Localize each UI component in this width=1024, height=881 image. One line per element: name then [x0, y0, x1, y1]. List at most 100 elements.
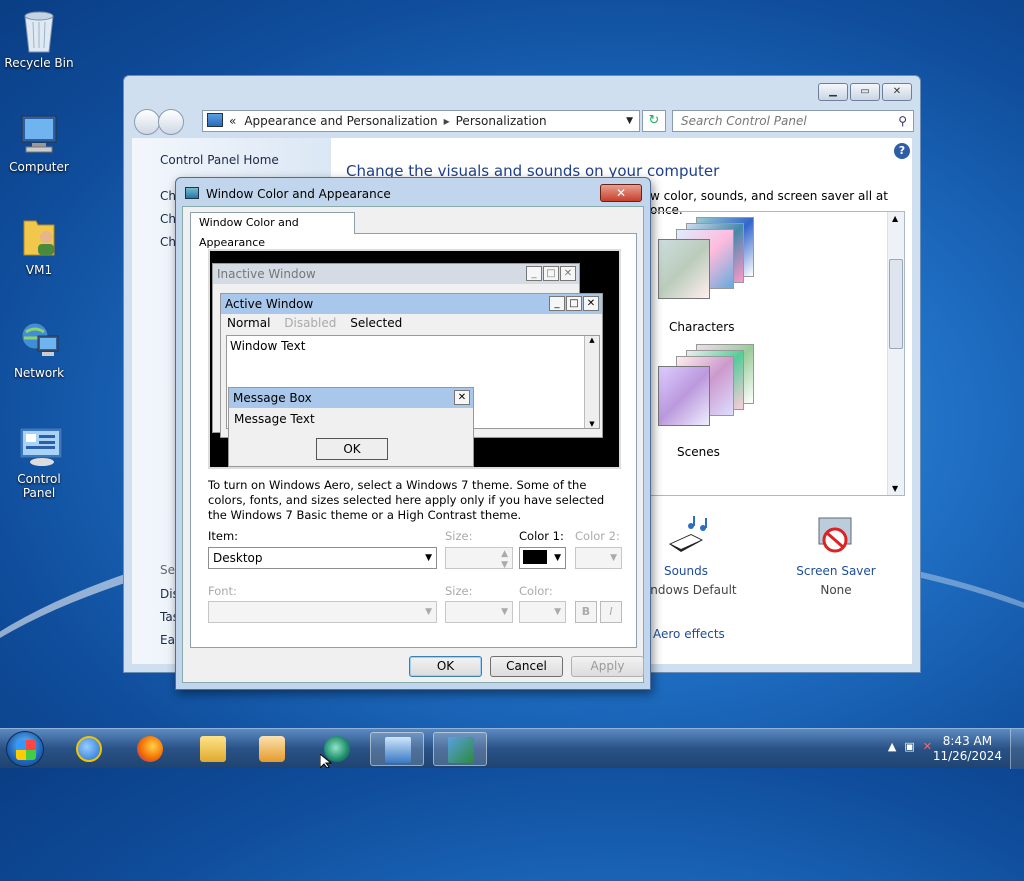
clock-time: 8:43 AM — [942, 734, 993, 748]
color1-label: Color 1: — [519, 529, 564, 543]
active-window-title: Active Window — [225, 297, 314, 311]
close-icon: ✕ — [560, 266, 576, 281]
taskbar-internet-explorer[interactable] — [62, 732, 116, 766]
address-bar[interactable]: « Appearance and Personalization ▸ Personal… — [202, 110, 640, 132]
color2-picker[interactable]: ▼ — [575, 547, 622, 569]
show-hidden-icons-icon[interactable]: ▲ — [888, 740, 896, 753]
ok-button[interactable]: OK — [409, 656, 482, 677]
dialog-close-button[interactable]: ✕ — [600, 184, 642, 202]
screen-saver-value: None — [820, 583, 852, 597]
item-dropdown[interactable]: Desktop ▼ — [208, 547, 437, 569]
back-button[interactable] — [134, 109, 160, 135]
scrollbar-thumb[interactable] — [889, 259, 903, 349]
breadcrumb-appearance[interactable]: Appearance and Personalization — [244, 114, 437, 128]
control-panel-home-link[interactable]: Control Panel Home — [160, 153, 279, 167]
font-size-dropdown[interactable]: ▼ — [445, 601, 513, 623]
control-panel-icon — [385, 737, 411, 763]
font-dropdown[interactable]: ▼ — [208, 601, 437, 623]
search-icon[interactable]: ⚲ — [898, 111, 907, 131]
forward-button[interactable] — [158, 109, 184, 135]
apply-button[interactable]: Apply — [571, 656, 644, 677]
help-icon[interactable]: ? — [894, 143, 910, 159]
network-tray-icon[interactable]: ▣ — [904, 740, 914, 753]
volume-muted-icon[interactable]: ✕ — [923, 740, 932, 753]
font-color-picker[interactable]: ▼ — [519, 601, 566, 623]
font-label: Font: — [208, 584, 237, 598]
desktop-icon-computer[interactable]: Computer — [0, 112, 78, 174]
chevron-down-icon: ▼ — [425, 553, 432, 563]
desktop-icon-recycle-bin[interactable]: Recycle Bin — [0, 8, 78, 70]
taskbar-firefox[interactable] — [123, 732, 177, 766]
aero-effects-link[interactable]: Aero effects — [653, 627, 725, 641]
personalization-icon — [448, 737, 474, 763]
taskbar-control-panel[interactable] — [370, 732, 424, 766]
theme-scenes-thumbnail[interactable] — [658, 344, 758, 428]
italic-button[interactable]: I — [600, 601, 622, 623]
control-panel-icon — [207, 113, 223, 127]
desktop-icon-vm1[interactable]: VM1 — [0, 215, 78, 277]
minimize-icon: _ — [526, 266, 542, 281]
item-label: Item: — [208, 529, 239, 543]
appearance-preview[interactable]: Inactive Window _ □ ✕ Active Window _ □ ✕ No… — [208, 249, 621, 469]
window-color-dialog: Window Color and Appearance ✕ Window Col… — [175, 177, 651, 690]
minimize-button[interactable]: ▁ — [818, 83, 848, 101]
cancel-button[interactable]: Cancel — [490, 656, 563, 677]
windows-logo-icon — [16, 740, 36, 760]
clock[interactable]: 8:43 AM 11/26/2024 — [933, 734, 1002, 764]
chevron-down-icon[interactable]: ▼ — [626, 111, 633, 131]
close-icon: ✕ — [583, 296, 599, 311]
taskbar-file-explorer[interactable] — [186, 732, 240, 766]
scroll-down-icon[interactable]: ▼ — [892, 484, 898, 493]
desktop-icon-control-panel[interactable]: Control Panel — [0, 424, 78, 500]
start-button[interactable] — [6, 731, 44, 767]
taskbar-media-player[interactable] — [245, 732, 299, 766]
media-player-icon — [259, 736, 285, 762]
desktop-icon-label: Network — [13, 366, 65, 380]
minimize-icon: _ — [549, 296, 565, 311]
size-spinner[interactable]: ▲ ▼ — [445, 547, 513, 570]
preview-menu-normal: Normal — [227, 316, 271, 330]
font-color-label: Color: — [519, 584, 553, 598]
bold-button[interactable]: B — [575, 601, 597, 623]
maximize-button[interactable]: ▭ — [850, 83, 880, 101]
preview-window-text: Window Text — [230, 339, 306, 353]
desktop-icon-network[interactable]: Network — [0, 318, 78, 380]
taskbar-personalization[interactable] — [433, 732, 487, 766]
chevron-down-icon: ▼ — [425, 607, 432, 617]
user-folder-icon — [18, 215, 60, 257]
refresh-button[interactable]: ↻ — [642, 110, 666, 132]
theme-characters-thumbnail[interactable] — [658, 217, 758, 301]
left-link[interactable]: Ch — [160, 212, 176, 226]
size-label: Size: — [445, 529, 473, 543]
color1-swatch — [523, 550, 547, 564]
theme-characters-label[interactable]: Characters — [669, 320, 735, 334]
breadcrumb-overflow[interactable]: « — [229, 114, 236, 128]
dialog-icon — [185, 187, 199, 199]
color2-label: Color 2: — [575, 529, 620, 543]
search-placeholder: Search Control Panel — [681, 114, 807, 128]
color1-picker[interactable]: ▼ — [519, 547, 566, 569]
chevron-down-icon: ▼ — [554, 607, 561, 617]
spin-down-icon[interactable]: ▼ — [501, 555, 508, 575]
show-desktop-button[interactable] — [1010, 729, 1024, 769]
theme-scenes-label[interactable]: Scenes — [677, 445, 720, 459]
theme-list-scrollbar[interactable]: ▲ ▼ — [887, 212, 904, 495]
theme-list: Characters Scenes ▲ ▼ — [642, 211, 905, 496]
message-text: Message Text — [234, 412, 315, 426]
firefox-icon — [137, 736, 163, 762]
title-bar[interactable]: ▁ ▭ ✕ — [124, 76, 920, 106]
breadcrumb-personalization[interactable]: Personalization — [456, 114, 547, 128]
left-link[interactable]: Ch — [160, 189, 176, 203]
tab-window-color[interactable]: Window Color and Appearance — [190, 212, 355, 249]
taskbar-app[interactable] — [310, 732, 364, 766]
screen-saver-item[interactable]: Screen Saver None — [781, 516, 891, 597]
desktop-icon-label: Computer — [9, 160, 69, 174]
close-button[interactable]: ✕ — [882, 83, 912, 101]
left-link[interactable]: Ch — [160, 235, 176, 249]
screen-saver-label[interactable]: Screen Saver — [781, 564, 891, 578]
maximize-icon: □ — [543, 266, 559, 281]
search-input[interactable]: Search Control Panel ⚲ — [672, 110, 914, 132]
scroll-up-icon[interactable]: ▲ — [892, 214, 898, 223]
desktop-icon-label: VM1 — [25, 263, 53, 277]
breadcrumb-separator-icon[interactable]: ▸ — [444, 114, 450, 128]
